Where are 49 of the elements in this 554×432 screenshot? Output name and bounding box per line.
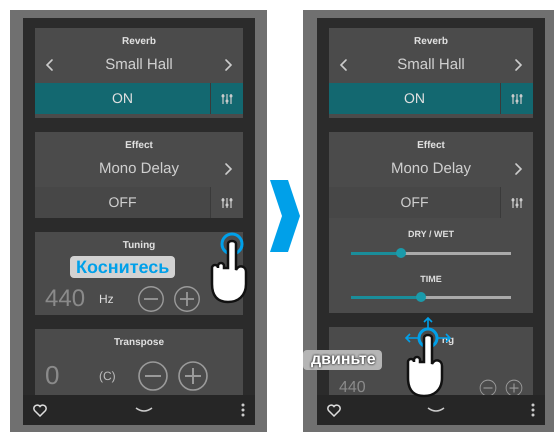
sliders-icon xyxy=(511,196,523,208)
preset-name: Mono Delay xyxy=(390,158,472,179)
chevron-left-icon[interactable] xyxy=(339,58,349,72)
heart-icon[interactable] xyxy=(327,404,341,416)
gesture-label: двиньте xyxy=(303,350,382,370)
heart-icon[interactable] xyxy=(33,404,47,416)
slider-thumb[interactable] xyxy=(416,292,426,302)
drag-hand-icon xyxy=(402,316,454,398)
more-icon[interactable] xyxy=(241,403,245,417)
toggle-button[interactable]: OFF xyxy=(329,187,500,218)
chevron-down-icon[interactable] xyxy=(134,406,154,414)
chevron-down-icon[interactable] xyxy=(426,406,446,414)
minus-button[interactable] xyxy=(137,360,169,392)
preset-name: Small Hall xyxy=(396,54,466,75)
card-title: Reverb xyxy=(121,35,157,49)
preset-name: Small Hall xyxy=(104,54,174,75)
more-icon[interactable] xyxy=(531,403,535,417)
next-arrow-icon xyxy=(270,180,300,252)
card-title: Tuning xyxy=(122,239,156,253)
card-title: Effect xyxy=(416,139,446,153)
chevron-left-icon[interactable] xyxy=(45,58,55,72)
card-title: Reverb xyxy=(413,35,449,49)
toggle-button[interactable]: ON xyxy=(35,83,210,114)
value-text: 0 xyxy=(45,359,60,392)
slider-thumb[interactable] xyxy=(396,248,406,258)
plus-button[interactable] xyxy=(177,360,209,392)
toggle-button[interactable]: ON xyxy=(329,83,500,114)
card-title: Transpose xyxy=(112,336,166,350)
sliders-icon xyxy=(511,92,523,104)
value-text: 440 xyxy=(45,287,86,311)
chevron-right-icon[interactable] xyxy=(223,58,233,72)
slider-label: TIME xyxy=(419,272,443,286)
gesture-label: Коснитесь xyxy=(70,256,176,278)
toggle-button[interactable]: OFF xyxy=(35,187,210,218)
card-title: Effect xyxy=(124,139,154,153)
slider-label: DRY / WET xyxy=(406,228,455,241)
plus-button[interactable] xyxy=(505,379,523,395)
chevron-right-icon[interactable] xyxy=(513,58,523,72)
chevron-right-icon[interactable] xyxy=(513,162,523,176)
unit-text: (C) xyxy=(99,368,117,384)
minus-button[interactable] xyxy=(137,285,165,313)
minus-button[interactable] xyxy=(479,379,497,395)
sliders-icon xyxy=(221,92,233,104)
plus-button[interactable] xyxy=(173,285,201,313)
unit-text: Hz xyxy=(99,291,115,308)
chevron-right-icon[interactable] xyxy=(223,162,233,176)
sliders-icon xyxy=(221,196,233,208)
value-text: 440 xyxy=(339,380,367,395)
preset-name: Mono Delay xyxy=(98,158,180,179)
